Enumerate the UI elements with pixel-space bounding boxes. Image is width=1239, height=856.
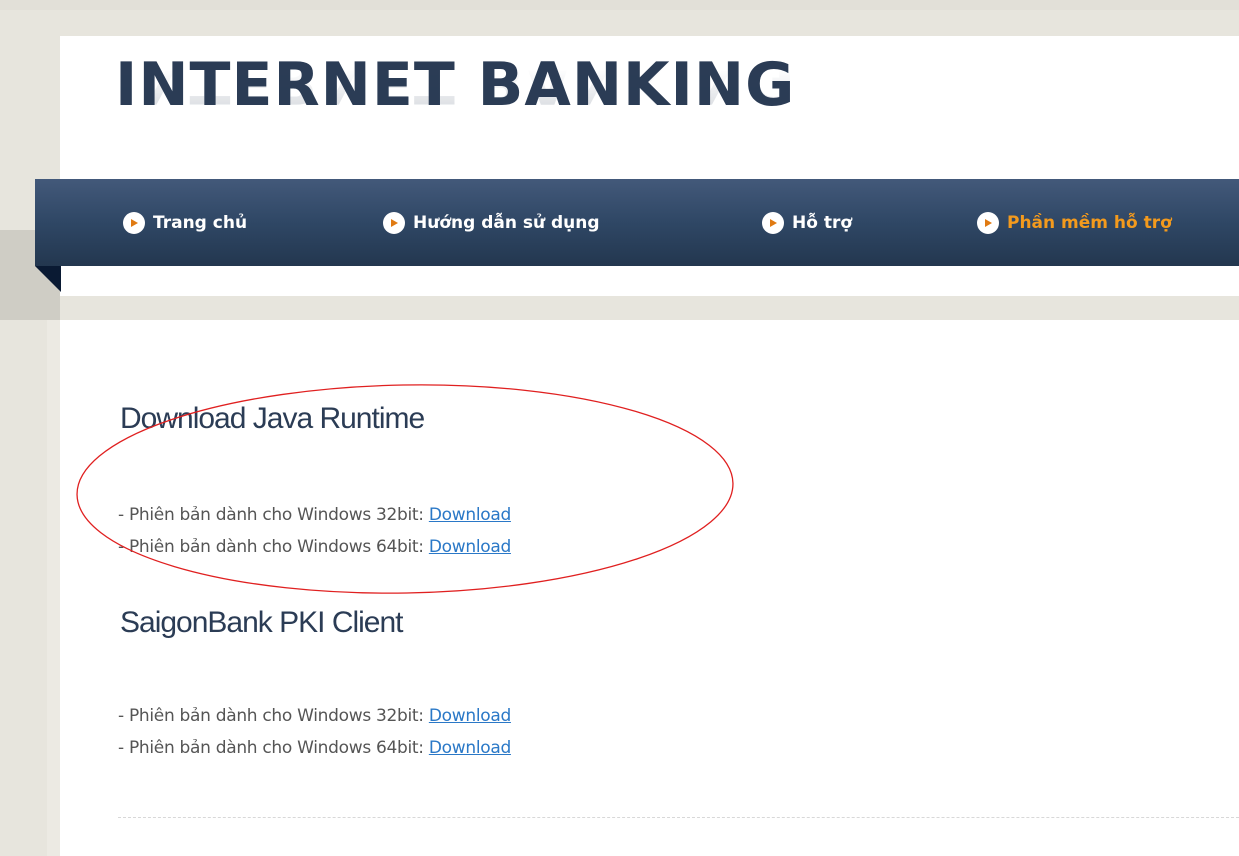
logo-reflection: INTERNET BANKING xyxy=(115,69,796,111)
download-row-label: - Phiên bản dành cho Windows 32bit: xyxy=(118,505,429,525)
nav-item-label: Trang chủ xyxy=(153,212,248,233)
nav-item-support[interactable]: Hỗ trợ xyxy=(762,179,852,266)
play-arrow-icon xyxy=(762,211,784,234)
site-logo[interactable]: INTERNET BANKING INTERNET BANKING xyxy=(115,55,795,155)
nav-item-label: Hướng dẫn sử dụng xyxy=(413,212,600,233)
content-divider xyxy=(118,817,1239,818)
play-arrow-icon xyxy=(383,211,405,234)
download-row-label: - Phiên bản dành cho Windows 32bit: xyxy=(118,706,429,726)
main-nav: Trang chủ Hướng dẫn sử dụng Hỗ trợ Phần … xyxy=(35,179,1239,266)
nav-item-label: Phần mềm hỗ trợ xyxy=(1007,212,1172,233)
section-title-pki-client: SaigonBank PKI Client xyxy=(120,606,404,639)
play-arrow-icon xyxy=(977,211,999,234)
download-link-java-32bit[interactable]: Download xyxy=(429,505,511,525)
download-row: - Phiên bản dành cho Windows 32bit: Down… xyxy=(118,706,511,726)
download-row-label: - Phiên bản dành cho Windows 64bit: xyxy=(118,738,429,758)
download-link-pki-64bit[interactable]: Download xyxy=(429,738,511,758)
play-arrow-icon xyxy=(123,211,145,234)
download-link-java-64bit[interactable]: Download xyxy=(429,537,511,557)
download-row-label: - Phiên bản dành cho Windows 64bit: xyxy=(118,537,429,557)
download-row: - Phiên bản dành cho Windows 64bit: Down… xyxy=(118,738,511,758)
top-strip xyxy=(0,0,1239,10)
section-title-java-runtime: Download Java Runtime xyxy=(120,402,425,435)
nav-fold-corner xyxy=(35,266,61,292)
content-edge xyxy=(47,320,60,856)
nav-item-label: Hỗ trợ xyxy=(792,212,853,233)
nav-item-support-software[interactable]: Phần mềm hỗ trợ xyxy=(977,179,1172,266)
download-row: - Phiên bản dành cho Windows 32bit: Down… xyxy=(118,505,511,525)
content-panel xyxy=(60,320,1239,856)
download-link-pki-32bit[interactable]: Download xyxy=(429,706,511,726)
nav-item-home[interactable]: Trang chủ xyxy=(123,179,247,266)
download-row: - Phiên bản dành cho Windows 64bit: Down… xyxy=(118,537,511,557)
nav-item-user-guide[interactable]: Hướng dẫn sử dụng xyxy=(383,179,600,266)
